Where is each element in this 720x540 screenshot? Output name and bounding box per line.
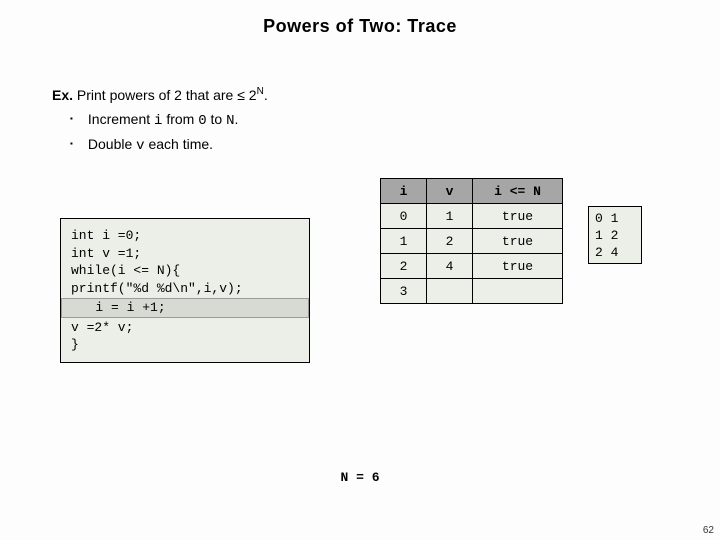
th-v: v <box>427 179 473 204</box>
th-cmp: i <= N <box>473 179 563 204</box>
code-l2: int v =1; <box>71 246 141 261</box>
b1-mid: from <box>162 111 198 127</box>
cell-v: 1 <box>427 204 473 229</box>
cell-c: true <box>473 229 563 254</box>
trace-head: i v i <= N <box>381 179 563 204</box>
trace-header-row: i v i <= N <box>381 179 563 204</box>
n-footer: N = 6 <box>0 470 720 485</box>
output-box: 0 1 1 2 2 4 <box>588 206 642 264</box>
body-text: Ex. Print powers of 2 that are ≤ 2N. Inc… <box>52 84 268 157</box>
ex-text-pre: Print powers of 2 that are <box>73 87 237 103</box>
code-l6: v =2* v; <box>71 320 133 335</box>
ex-base: 2 <box>245 87 257 103</box>
bullet-1: Increment i from 0 to N. <box>70 108 268 132</box>
bullet-2: Double v each time. <box>70 133 268 157</box>
page-title: Powers of Two: Trace <box>0 16 720 37</box>
b2-pre: Double <box>88 136 136 152</box>
b2-post: each time. <box>145 136 213 152</box>
b1-post: . <box>235 111 239 127</box>
code-box: int i =0; int v =1; while(i <= N){ print… <box>60 218 310 363</box>
table-row: 1 2 true <box>381 229 563 254</box>
table-row: 3 <box>381 279 563 304</box>
b1-N: N <box>226 113 234 129</box>
cell-c: true <box>473 254 563 279</box>
cell-v: 4 <box>427 254 473 279</box>
ex-exp: N <box>257 86 264 97</box>
b1-pre: Increment <box>88 111 154 127</box>
cell-v <box>427 279 473 304</box>
cell-v: 2 <box>427 229 473 254</box>
ex-le: ≤ <box>237 87 245 103</box>
slide: Powers of Two: Trace Ex. Print powers of… <box>0 0 720 540</box>
trace-body: 0 1 true 1 2 true 2 4 true 3 <box>381 204 563 304</box>
bullet-list: Increment i from 0 to N. Double v each t… <box>70 108 268 157</box>
th-i: i <box>381 179 427 204</box>
trace-table: i v i <= N 0 1 true 1 2 true 2 4 true <box>380 178 563 304</box>
table-row: 2 4 true <box>381 254 563 279</box>
ex-post: . <box>264 87 268 103</box>
b1-to: to <box>207 111 226 127</box>
page-number: 62 <box>703 525 714 536</box>
code-listing: int i =0; int v =1; while(i <= N){ print… <box>61 219 309 362</box>
code-l5-highlight: i = i +1; <box>61 298 309 318</box>
code-l1: int i =0; <box>71 228 141 243</box>
code-l3: while(i <= N){ <box>71 263 180 278</box>
ex-line: Ex. Print powers of 2 that are ≤ 2N. <box>52 84 268 106</box>
ex-label: Ex. <box>52 87 73 103</box>
cell-c <box>473 279 563 304</box>
b2-var: v <box>136 138 144 154</box>
cell-i: 2 <box>381 254 427 279</box>
code-l4: printf("%d %d\n",i,v); <box>71 281 243 296</box>
cell-c: true <box>473 204 563 229</box>
cell-i: 0 <box>381 204 427 229</box>
code-l7: } <box>71 337 79 352</box>
b1-zero: 0 <box>198 113 206 129</box>
table-row: 0 1 true <box>381 204 563 229</box>
cell-i: 3 <box>381 279 427 304</box>
cell-i: 1 <box>381 229 427 254</box>
